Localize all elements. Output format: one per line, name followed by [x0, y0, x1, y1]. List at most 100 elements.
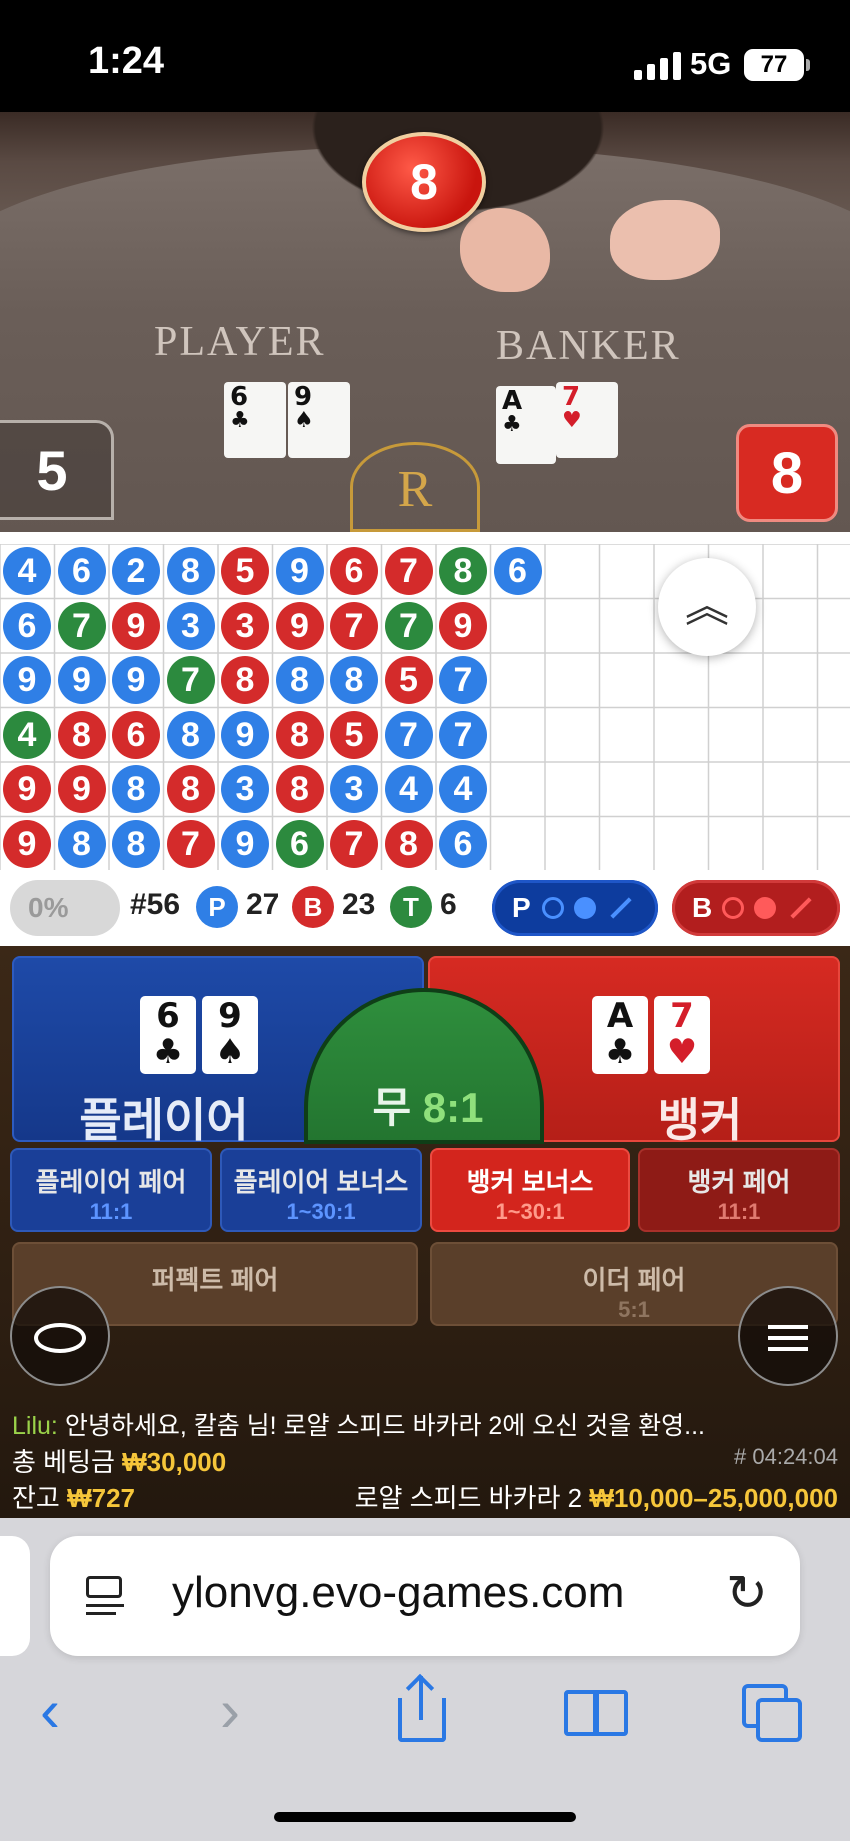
status-bar: 1:24 5G 77 [0, 0, 850, 112]
menu-icon[interactable] [738, 1286, 838, 1386]
player-predict-button[interactable]: P [492, 880, 658, 936]
table-logo: R [350, 442, 480, 532]
bead-road-cell: 8 [112, 765, 160, 813]
bead-road-cell: 7 [166, 819, 215, 868]
bead-road-cell: 7 [439, 656, 487, 704]
predict-symbols-icon [754, 897, 776, 919]
banker-pair-bet[interactable]: 뱅커 페어 11:1 [638, 1148, 840, 1232]
bead-road-cell: 9 [57, 765, 106, 813]
browser-chrome: ylonvg.evo-games.com ↻ ‹ › [0, 1518, 850, 1841]
total-bet-label: 총 베팅금 [12, 1447, 115, 1477]
bead-road-cell: 6 [493, 547, 542, 595]
bead-road-cell: 3 [330, 765, 378, 813]
predict-symbols-icon [722, 897, 744, 919]
bead-road-cell: 9 [3, 819, 51, 868]
total-bet-value: ₩30,000 [122, 1447, 227, 1477]
bead-road-cell: 3 [221, 601, 269, 650]
table-name: 로얄 스피드 바카라 2 [354, 1483, 583, 1513]
game-id: # 04:24:04 [734, 1444, 838, 1469]
bead-road-cell: 9 [275, 601, 324, 650]
signal-icon [634, 52, 681, 80]
tie-label: 무 [372, 1084, 412, 1131]
balance-value: ₩727 [67, 1483, 135, 1513]
reader-icon[interactable] [84, 1576, 128, 1616]
player-count: 27 [246, 888, 280, 921]
bead-road-cell: 6 [275, 819, 324, 868]
player-card-2: 9 ♠ [288, 382, 350, 458]
lobby-icon[interactable] [10, 1286, 110, 1386]
banker-predict-button[interactable]: B [672, 880, 840, 936]
predict-symbols-icon [790, 897, 812, 919]
banker-card-2: 7 ♥ [556, 382, 618, 458]
bead-road-cell: 7 [384, 710, 433, 759]
bead-road-cell: 9 [57, 656, 106, 704]
bead-road-cell: 9 [3, 765, 51, 813]
bookmarks-icon[interactable] [564, 1690, 630, 1740]
chat-text: 안녕하세요, 칼춤 님! 로얄 스피드 바카라 2에 오신 것을 환영... [64, 1412, 705, 1440]
bead-road-cell: 4 [439, 765, 487, 813]
bead-road-cell: 7 [330, 819, 378, 868]
bead-road-cell: 4 [3, 710, 51, 759]
banker-label: BANKER [496, 323, 681, 369]
player-count-badge: P [196, 886, 238, 928]
previous-tab[interactable] [0, 1536, 30, 1656]
bead-road-cell: 5 [384, 656, 433, 704]
bead-road-cell: 9 [221, 710, 269, 759]
bead-road-cell: 7 [330, 601, 378, 650]
predict-symbols-icon [542, 897, 564, 919]
bead-road-cell: 9 [439, 601, 487, 650]
player-card-1: 6 ♣ [224, 382, 286, 458]
player-label: PLAYER [154, 319, 326, 365]
bead-road-cell: 7 [384, 601, 433, 650]
bead-road-cell: 8 [166, 765, 215, 813]
banker-score: 8 [736, 424, 838, 522]
banker-count-badge: B [292, 886, 334, 928]
player-bonus-bet[interactable]: 플레이어 보너스 1~30:1 [220, 1148, 422, 1232]
bead-road-cell: 9 [3, 656, 51, 704]
bead-road-cell: 7 [57, 601, 106, 650]
predict-symbols-icon [610, 897, 632, 919]
bead-road-cell: 6 [3, 601, 51, 650]
limits-value: ₩10,000–25,000,000 [589, 1483, 838, 1513]
banker-count: 23 [342, 888, 376, 921]
bead-road-cell: 8 [57, 819, 106, 868]
banker-bonus-bet[interactable]: 뱅커 보너스 1~30:1 [430, 1148, 630, 1232]
bead-road-cell: 7 [439, 710, 487, 759]
chat-message: Lilu: 안녕하세요, 칼춤 님! 로얄 스피드 바카라 2에 오신 것을 환… [12, 1406, 705, 1442]
forward-icon[interactable]: › [220, 1676, 240, 1745]
bead-road-cell: 7 [166, 656, 215, 704]
address-bar[interactable]: ylonvg.evo-games.com ↻ [50, 1536, 800, 1656]
reload-icon[interactable]: ↻ [726, 1564, 768, 1622]
player-bet-label: 플레이어 [79, 1094, 249, 1146]
bead-road-cell: 5 [221, 547, 269, 595]
player-card-2: 9 ♠ [202, 996, 258, 1074]
bead-road-cell: 8 [221, 656, 269, 704]
total-bet-row: 총 베팅금 ₩30,000 [12, 1442, 226, 1479]
percent-toggle[interactable]: 0% [10, 880, 120, 936]
bead-road-cell: 8 [330, 656, 378, 704]
bead-road-cell: 6 [330, 547, 378, 595]
battery-icon: 77 [744, 49, 810, 81]
player-score: 5 [0, 420, 114, 520]
player-pair-bet[interactable]: 플레이어 페어 11:1 [10, 1148, 212, 1232]
predict-symbols-icon [574, 897, 596, 919]
bead-road-cell: 9 [112, 601, 160, 650]
chevron-up-double-icon[interactable]: ︽ [658, 558, 756, 656]
dealer-hand [610, 200, 720, 280]
home-indicator [274, 1812, 576, 1822]
banker-card-2: 7 ♥ [654, 996, 710, 1074]
back-icon[interactable]: ‹ [40, 1676, 60, 1745]
bead-road-cell: 6 [57, 547, 106, 595]
tie-odds: 8:1 [422, 1084, 484, 1131]
player-card-1: 6 ♣ [140, 996, 196, 1074]
status-time: 1:24 [88, 40, 165, 82]
bead-road-cell: 6 [439, 819, 487, 868]
tabs-icon[interactable] [742, 1684, 806, 1744]
bead-road-cell: 7 [384, 547, 433, 595]
table-limits: 로얄 스피드 바카라 2 ₩10,000–25,000,000 [355, 1478, 838, 1515]
bead-road-cell: 4 [384, 765, 433, 813]
share-icon[interactable] [396, 1673, 450, 1744]
bead-road-cell: 8 [275, 765, 324, 813]
url-text: ylonvg.evo-games.com [172, 1568, 625, 1617]
bead-road-cell: 2 [112, 547, 160, 595]
